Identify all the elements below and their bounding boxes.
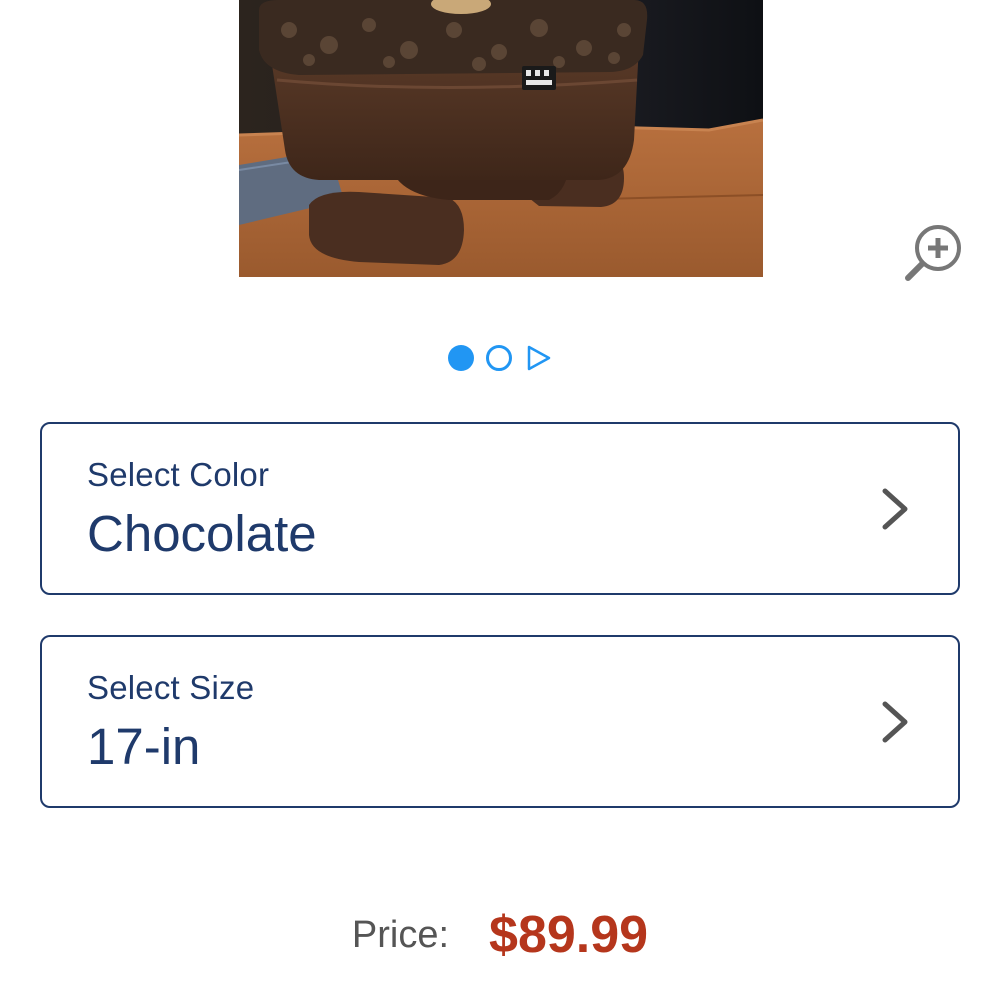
product-image[interactable]: [239, 0, 763, 277]
carousel-dot-1[interactable]: [448, 345, 474, 371]
size-selector[interactable]: Select Size 17-in: [40, 635, 960, 808]
price-value: $89.99: [489, 906, 649, 964]
zoom-in-icon: [905, 225, 961, 281]
pet-seat-illustration: [239, 0, 763, 277]
color-selector-label: Select Color: [87, 456, 270, 493]
play-triangle-icon[interactable]: [524, 344, 552, 372]
color-selector[interactable]: Select Color Chocolate: [40, 422, 960, 595]
product-detail-page: Select Color Chocolate Select Size 17-in…: [0, 0, 1000, 1000]
chevron-right-icon: [882, 701, 908, 743]
price-label: Price:: [351, 913, 450, 956]
size-selector-label: Select Size: [87, 669, 255, 706]
carousel-dot-2[interactable]: [486, 345, 512, 371]
zoom-button[interactable]: [902, 222, 964, 284]
color-selector-value: Chocolate: [87, 505, 317, 562]
chevron-right-icon: [882, 488, 908, 530]
price-row: Price: $89.99: [0, 900, 1000, 970]
size-selector-value: 17-in: [87, 718, 201, 775]
image-carousel-indicator: [0, 340, 1000, 376]
